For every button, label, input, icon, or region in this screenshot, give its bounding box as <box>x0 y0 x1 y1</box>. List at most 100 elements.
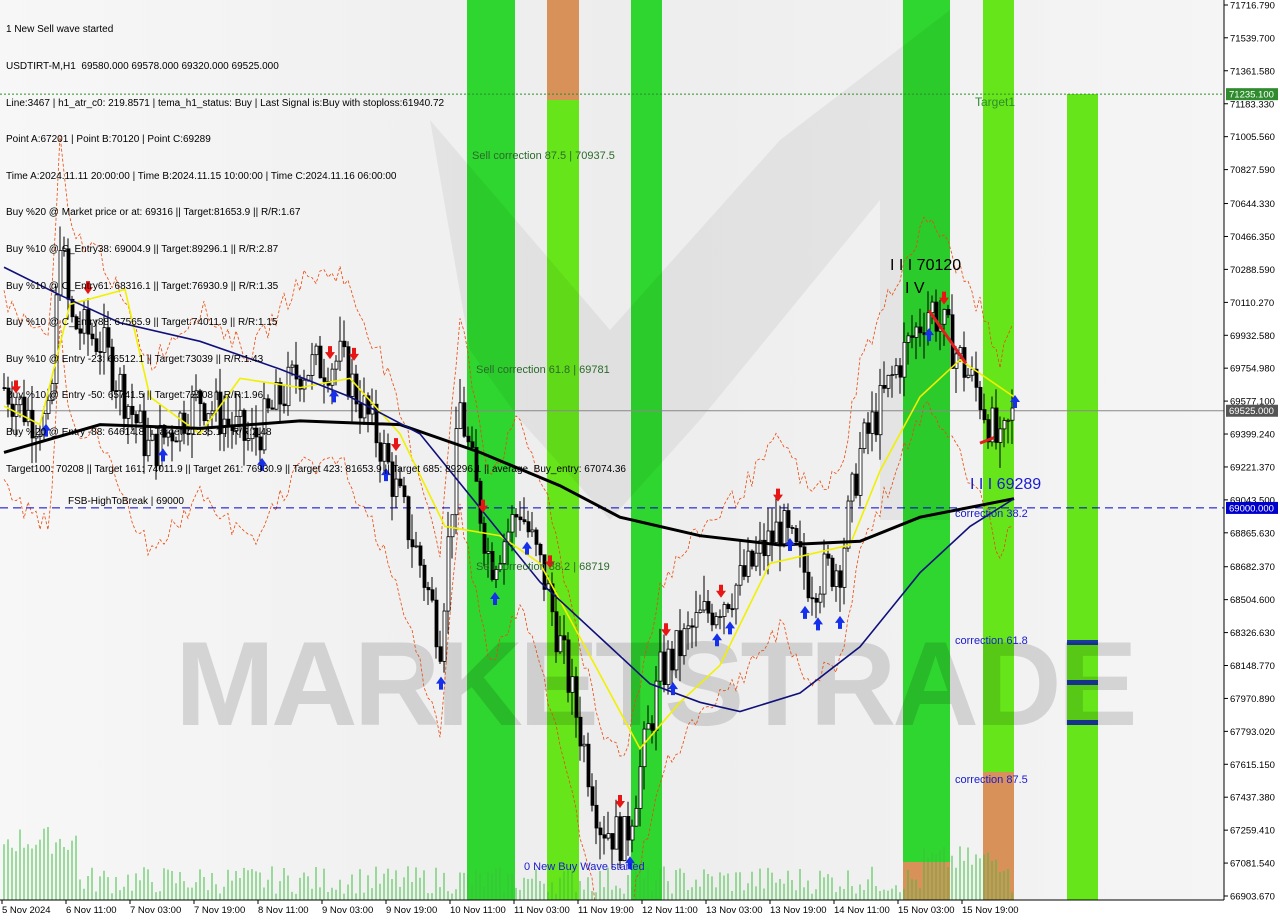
candle-body <box>562 635 567 641</box>
x-tick-label: 11 Nov 03:00 <box>514 905 570 916</box>
candle-body <box>998 428 1003 443</box>
x-tick-label: 11 Nov 19:00 <box>578 905 634 916</box>
x-tick-label: 6 Nov 11:00 <box>66 905 117 916</box>
candle-body <box>858 448 863 496</box>
candle-body <box>782 510 787 547</box>
candle-body <box>794 528 799 543</box>
info-line: Buy %10 @ C_Entry38: 69004.9 || Target:8… <box>6 243 279 255</box>
annotation-label: correction 87.5 <box>955 774 1028 786</box>
level-label: FSB-HighToBreak | 69000 <box>68 496 184 507</box>
info-line: Target100: 70208 || Target 161: 74011.9 … <box>6 463 626 475</box>
candle-body <box>806 571 811 599</box>
candle-body <box>866 422 871 434</box>
y-tick-label: 71361.580 <box>1230 66 1275 77</box>
candle-body <box>746 550 751 577</box>
candle-body <box>578 716 583 747</box>
candle-body <box>410 539 415 548</box>
y-tick-label: 71005.560 <box>1230 132 1275 143</box>
candle-body <box>666 648 671 686</box>
candle-body <box>438 646 443 662</box>
y-tick-label: 69754.980 <box>1230 364 1275 375</box>
candle-body <box>566 639 571 693</box>
candle-body <box>510 514 515 533</box>
y-tick-label: 68326.630 <box>1230 628 1275 639</box>
candle-body <box>618 816 623 862</box>
candle-body <box>634 807 639 827</box>
candle-body <box>434 599 439 648</box>
candle-body <box>914 326 919 338</box>
candle-body <box>570 676 575 693</box>
candle-body <box>854 473 859 496</box>
candle-body <box>882 385 887 389</box>
annotation-label: I I I 70120 <box>890 257 961 274</box>
x-tick-label: 13 Nov 03:00 <box>706 905 763 916</box>
y-tick-label: 70644.330 <box>1230 199 1275 210</box>
candle-body <box>930 301 935 314</box>
y-tick-label: 70110.270 <box>1230 298 1274 309</box>
info-line: Time A:2024.11.11 20:00:00 | Time B:2024… <box>6 170 397 182</box>
x-tick-label: 7 Nov 19:00 <box>194 905 245 916</box>
candle-body <box>862 422 867 449</box>
candle-body <box>966 374 971 378</box>
session-band <box>983 0 1014 900</box>
candle-body <box>606 833 611 839</box>
candle-body <box>734 584 739 610</box>
candle-body <box>730 608 735 611</box>
candle-body <box>978 386 983 411</box>
candle-body <box>802 546 807 573</box>
candle-body <box>486 551 491 554</box>
candle-body <box>786 510 791 528</box>
candle-body <box>738 565 743 586</box>
candle-body <box>706 601 711 614</box>
annotation-label: I V <box>905 280 925 297</box>
y-tick-label: 67615.150 <box>1230 760 1275 771</box>
candle-body <box>638 766 643 809</box>
y-tick-label: 71716.790 <box>1230 1 1275 12</box>
info-line: Buy %20 @ Market price or at: 69316 || T… <box>6 207 301 219</box>
x-tick-label: 15 Nov 03:00 <box>898 905 955 916</box>
x-tick-label: 15 Nov 19:00 <box>962 905 1019 916</box>
candle-body <box>650 723 655 731</box>
candle-body <box>826 553 831 559</box>
candle-body <box>430 589 435 601</box>
annotation-label: I I I 69289 <box>970 476 1041 493</box>
candle-body <box>742 565 747 577</box>
info-line: Buy %10 @ Entry -23: 66512.1 || Target:7… <box>6 353 264 365</box>
y-tick-label: 67259.410 <box>1230 826 1275 837</box>
candle-body <box>778 521 783 547</box>
candle-body <box>594 804 599 829</box>
candle-body <box>442 610 447 662</box>
y-tick-label: 68504.600 <box>1230 595 1275 606</box>
annotation-label: Sell correction 38.2 | 68719 <box>476 561 610 573</box>
candle-body <box>842 547 847 588</box>
candle-body <box>514 514 519 518</box>
candle-body <box>534 529 539 545</box>
candle-body <box>850 473 855 502</box>
candle-body <box>682 628 687 657</box>
candle-body <box>406 496 411 541</box>
candle-body <box>714 616 719 626</box>
candle-body <box>694 612 699 628</box>
candle-body <box>1010 407 1015 421</box>
price-tag-label: 69525.000 <box>1229 406 1274 417</box>
candle-body <box>414 545 419 548</box>
candle-body <box>770 530 775 543</box>
info-panel: 1 New Sell wave started USDTIRT-M,H1 695… <box>6 0 626 488</box>
y-tick-label: 71183.330 <box>1230 99 1274 110</box>
info-line: Buy %20 @ Entry -88: 64614.8 || Target:7… <box>6 426 272 438</box>
x-tick-label: 8 Nov 11:00 <box>258 905 309 916</box>
candle-body <box>710 612 715 626</box>
y-tick-label: 68682.370 <box>1230 562 1275 573</box>
info-line: Buy %10 @ C_Entry61: 68316.1 || Target:7… <box>6 280 279 292</box>
price-tag-label: 71235.100 <box>1229 90 1274 101</box>
annotation-label: Target1 <box>975 95 1015 109</box>
x-tick-label: 12 Nov 11:00 <box>642 905 698 916</box>
candle-body <box>838 570 843 588</box>
candle-body <box>518 516 523 521</box>
y-tick-label: 70827.590 <box>1230 165 1275 176</box>
candle-body <box>554 611 559 653</box>
candle-body <box>810 597 815 600</box>
annotation-label: 0 New Buy Wave started <box>524 861 645 873</box>
candle-body <box>642 728 647 768</box>
y-tick-label: 71539.700 <box>1230 33 1275 44</box>
